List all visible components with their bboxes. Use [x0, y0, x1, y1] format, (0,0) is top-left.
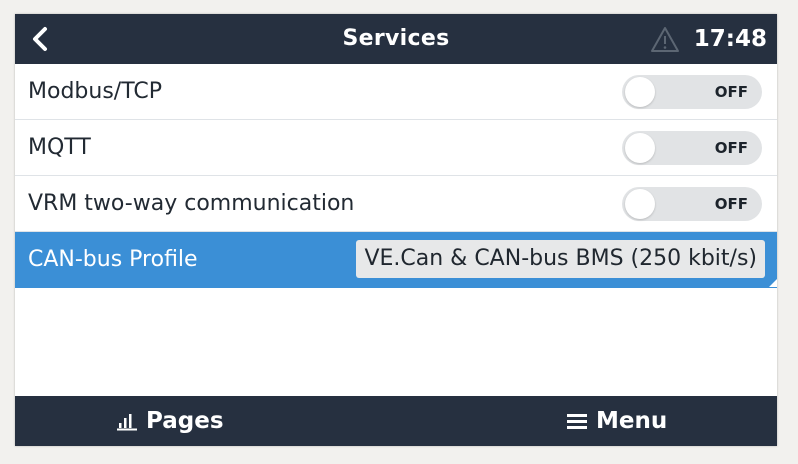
list-item-label: CAN-bus Profile [28, 247, 198, 272]
canbus-profile-value[interactable]: VE.Can & CAN-bus BMS (250 kbit/s) [356, 240, 765, 278]
toggle-knob [625, 133, 655, 163]
services-screen: Services 17:48 Modbus/TCP OFF MQTT OFF V… [15, 14, 777, 446]
top-bar: Services 17:48 [15, 14, 777, 64]
toggle-state-text: OFF [714, 195, 748, 213]
edit-corner-indicator [769, 279, 777, 287]
list-item-canbus-profile[interactable]: CAN-bus Profile VE.Can & CAN-bus BMS (25… [15, 232, 777, 288]
pages-button[interactable]: Pages [116, 396, 224, 446]
mqtt-toggle[interactable]: OFF [622, 131, 762, 165]
pages-label: Pages [146, 408, 224, 434]
hamburger-menu-icon [567, 414, 587, 429]
bottom-bar: Pages Menu [15, 396, 777, 446]
services-list: Modbus/TCP OFF MQTT OFF VRM two-way comm… [15, 64, 777, 288]
menu-label: Menu [596, 408, 668, 434]
list-item-label: Modbus/TCP [28, 79, 162, 104]
bar-chart-icon [117, 414, 137, 431]
toggle-knob [625, 77, 655, 107]
toggle-state-text: OFF [714, 83, 748, 101]
list-item-label: VRM two-way communication [28, 191, 355, 216]
modbus-tcp-toggle[interactable]: OFF [622, 75, 762, 109]
list-item-vrm-two-way[interactable]: VRM two-way communication OFF [15, 176, 777, 232]
toggle-knob [625, 189, 655, 219]
warning-triangle-icon [651, 27, 679, 52]
clock: 17:48 [693, 26, 767, 52]
list-item-label: MQTT [28, 135, 91, 160]
list-item-mqtt[interactable]: MQTT OFF [15, 120, 777, 176]
vrm-two-way-toggle[interactable]: OFF [622, 187, 762, 221]
menu-button[interactable]: Menu [566, 396, 667, 446]
list-item-modbus-tcp[interactable]: Modbus/TCP OFF [15, 64, 777, 120]
toggle-state-text: OFF [714, 139, 748, 157]
